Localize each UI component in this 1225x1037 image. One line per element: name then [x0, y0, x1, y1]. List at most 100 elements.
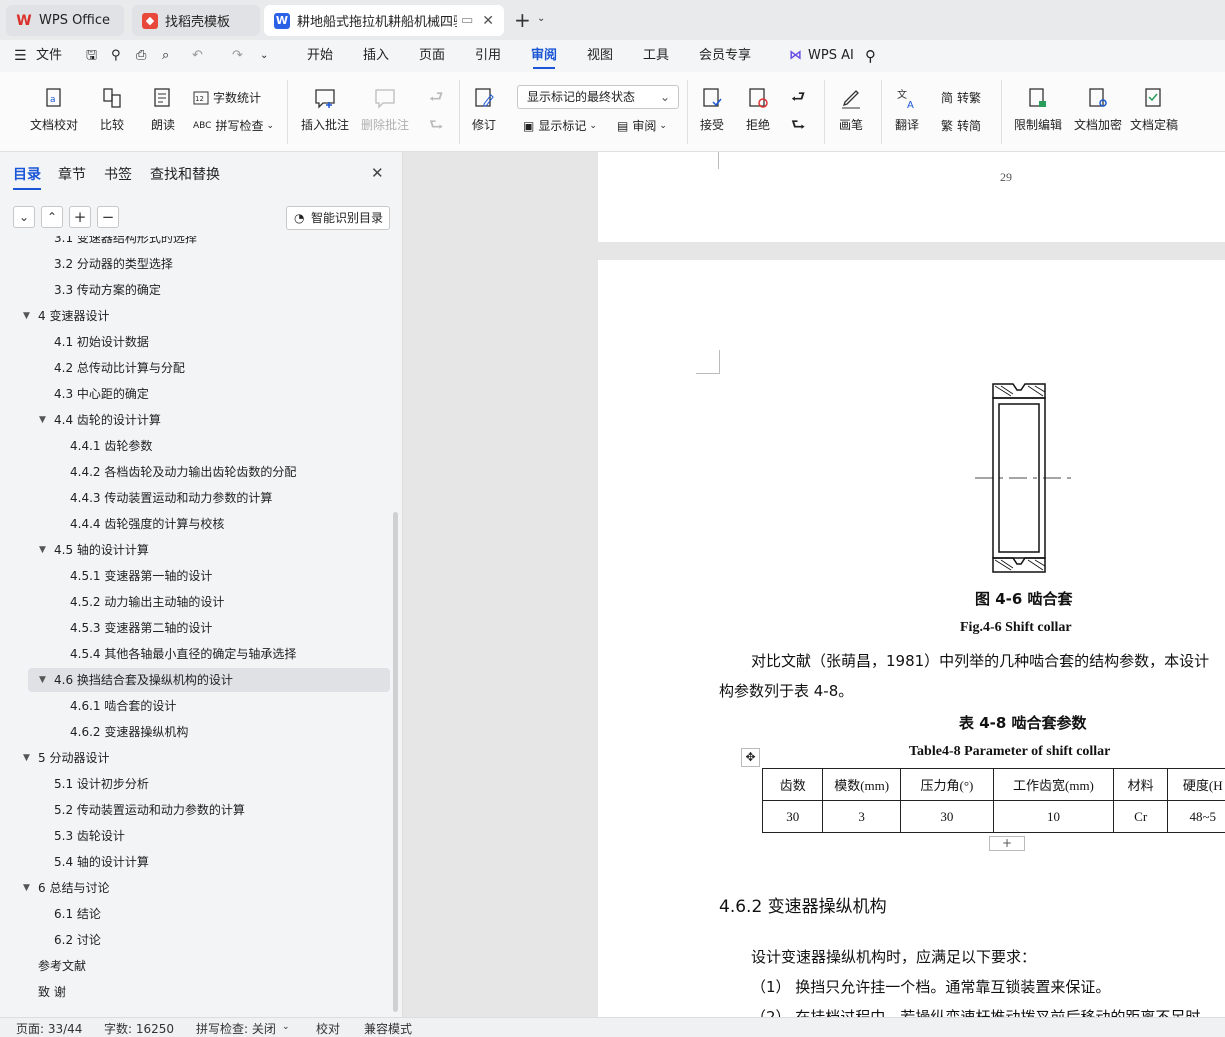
menu-tools[interactable]: 工具	[643, 40, 669, 72]
toc-item[interactable]: ▼ 5 分动器设计	[0, 746, 390, 770]
collapse-all-button[interactable]: ⌄	[13, 206, 35, 228]
tab-template[interactable]: ◆ 找稻壳模板	[132, 5, 260, 36]
insert-comment-button[interactable]: 插入批注	[301, 86, 349, 133]
add-heading-button[interactable]: +	[69, 206, 91, 228]
chevron-down-icon[interactable]: ⌄	[282, 1022, 290, 1032]
toc-item[interactable]: ▼ 4.4 齿轮的设计计算	[0, 408, 390, 432]
word-count-button[interactable]: 12 字数统计	[193, 89, 261, 106]
status-proofread[interactable]: 校对	[316, 1020, 340, 1037]
toc-item[interactable]: 5.2 传动装置运动和动力参数的计算	[0, 798, 390, 822]
toc-item[interactable]: 3.3 传动方案的确定	[0, 278, 390, 302]
quick-access-chevron-icon[interactable]: ⌄	[260, 40, 268, 72]
table-cell[interactable]: 30	[899, 800, 994, 833]
close-tab-icon[interactable]: ✕	[482, 13, 494, 29]
expand-arrow-icon[interactable]: ▼	[23, 304, 30, 328]
reject-button[interactable]: 拒绝	[746, 86, 770, 133]
toc-item[interactable]: 4.5.3 变速器第二轴的设计	[0, 616, 390, 640]
menu-wps-ai[interactable]: WPS AI	[808, 40, 854, 72]
tab-document[interactable]: W 耕地船式拖拉机耕船机械四驱 ▭ ✕	[264, 5, 504, 36]
table-header-cell[interactable]: 工作齿宽(mm)	[992, 768, 1114, 801]
add-table-row-button[interactable]: +	[989, 836, 1025, 851]
menu-member[interactable]: 会员专享	[699, 40, 751, 72]
toc-item[interactable]: 致 谢	[0, 980, 390, 1004]
toc-item[interactable]: ▼ 4.6 换挡结合套及操纵机构的设计	[28, 668, 390, 692]
toc-item[interactable]: 4.6.2 变速器操纵机构	[0, 720, 390, 744]
table-header-cell[interactable]: 压力角(°)	[899, 768, 994, 801]
search-icon[interactable]: ⚲	[865, 40, 876, 72]
toc-item[interactable]: ▼ 4 变速器设计	[0, 304, 390, 328]
toc-item[interactable]: 4.1 初始设计数据	[0, 330, 390, 354]
toc-item[interactable]: 4.4.4 齿轮强度的计算与校核	[0, 512, 390, 536]
toc-item[interactable]: 4.5.2 动力输出主动轴的设计	[0, 590, 390, 614]
tab-list-chevron-icon[interactable]: ⌄	[537, 13, 545, 24]
toc-item[interactable]: 6.2 讨论	[0, 928, 390, 952]
encrypt-button[interactable]: 文档加密	[1074, 86, 1122, 133]
menu-view[interactable]: 视图	[587, 40, 613, 72]
toc-item[interactable]: 4.2 总传动比计算与分配	[0, 356, 390, 380]
expand-up-button[interactable]: ⌃	[41, 206, 63, 228]
nav-tab-toc[interactable]: 目录	[13, 164, 41, 190]
toc-item[interactable]: 5.3 齿轮设计	[0, 824, 390, 848]
restrict-edit-button[interactable]: 限制编辑	[1014, 86, 1062, 133]
print-icon[interactable]: ⎙	[136, 40, 146, 72]
toc-item[interactable]: 3.1 变速器结构形式的选择	[0, 236, 390, 250]
parameter-table[interactable]: 齿数 模数(mm) 压力角(°) 工作齿宽(mm) 材料 硬度(H 30 3 3…	[761, 768, 1225, 833]
redo-icon[interactable]: ↷	[232, 40, 243, 72]
menu-references[interactable]: 引用	[475, 40, 501, 72]
close-pane-icon[interactable]: ✕	[371, 164, 384, 182]
menu-home[interactable]: 开始	[307, 40, 333, 72]
document-page[interactable]: 图 4-6 啮合套 Fig.4-6 Shift collar 对比文献（张萌昌，…	[598, 260, 1225, 1017]
expand-arrow-icon[interactable]: ▼	[23, 746, 30, 770]
status-word-count[interactable]: 字数: 16250	[104, 1020, 174, 1037]
menu-review[interactable]: 审阅	[531, 40, 557, 72]
spell-check-button[interactable]: ABC 拼写检查 ⌄	[193, 117, 274, 134]
toc-item[interactable]: 4.5.4 其他各轴最小直径的确定与轴承选择	[0, 642, 390, 666]
toc-item[interactable]: ▼ 6 总结与讨论	[0, 876, 390, 900]
prev-comment-icon[interactable]: ⮐	[429, 86, 443, 113]
delete-comment-button[interactable]: 删除批注	[361, 86, 409, 133]
nav-tab-sections[interactable]: 章节	[58, 164, 86, 184]
menu-insert[interactable]: 插入	[363, 40, 389, 72]
toc-item[interactable]: 参考文献	[0, 954, 390, 978]
prev-change-icon[interactable]: ⮐	[791, 86, 805, 113]
table-move-handle-icon[interactable]: ✥	[741, 748, 760, 767]
toc-item[interactable]: 3.2 分动器的类型选择	[0, 252, 390, 276]
doc-proofread-button[interactable]: a 文档校对	[30, 86, 78, 133]
toc-item[interactable]: 4.4.2 各档齿轮及动力输出齿轮齿数的分配	[0, 460, 390, 484]
toc-item[interactable]: 4.5.1 变速器第一轴的设计	[0, 564, 390, 588]
expand-arrow-icon[interactable]: ▼	[39, 668, 46, 692]
expand-arrow-icon[interactable]: ▼	[23, 876, 30, 900]
next-change-icon[interactable]: ⮑	[791, 114, 805, 141]
to-simplified-button[interactable]: 繁 转简	[941, 117, 981, 134]
share-icon[interactable]: ⚲	[111, 40, 121, 72]
accept-button[interactable]: 接受	[700, 86, 724, 133]
read-aloud-button[interactable]: 朗读	[151, 86, 175, 133]
toc-item[interactable]: 6.1 结论	[0, 902, 390, 926]
table-cell[interactable]: Cr	[1112, 800, 1169, 833]
toc-item[interactable]: 5.1 设计初步分析	[0, 772, 390, 796]
status-page[interactable]: 页面: 33/44	[16, 1020, 82, 1037]
table-cell[interactable]: 30	[761, 800, 824, 833]
compare-button[interactable]: 比较	[100, 86, 124, 133]
undo-icon[interactable]: ↶	[192, 40, 203, 72]
table-header-cell[interactable]: 硬度(H	[1167, 768, 1225, 801]
remove-heading-button[interactable]: −	[97, 206, 119, 228]
toc-item[interactable]: 4.6.1 啮合套的设计	[0, 694, 390, 718]
revise-button[interactable]: 修订	[472, 86, 496, 133]
table-header-cell[interactable]: 模数(mm)	[822, 768, 901, 801]
hamburger-icon[interactable]: ☰	[14, 40, 27, 72]
toc-scrollbar[interactable]	[393, 512, 398, 1012]
tab-wps-office[interactable]: W WPS Office	[6, 5, 124, 36]
table-header-cell[interactable]: 齿数	[761, 768, 824, 801]
toc-item[interactable]: 4.4.3 传动装置运动和动力参数的计算	[0, 486, 390, 510]
nav-tab-bookmarks[interactable]: 书签	[104, 164, 132, 184]
table-cell[interactable]: 10	[992, 800, 1114, 833]
markup-state-select[interactable]: 显示标记的最终状态 ⌄	[517, 85, 679, 109]
toc-item[interactable]: ▼ 4.5 轴的设计计算	[0, 538, 390, 562]
menu-page[interactable]: 页面	[419, 40, 445, 72]
wps-ai-icon[interactable]: ⋈	[789, 40, 802, 72]
print-preview-icon[interactable]: ⌕	[162, 40, 169, 72]
smart-toc-button[interactable]: ◔ 智能识别目录	[286, 206, 390, 230]
save-icon[interactable]: 🖫	[86, 40, 97, 72]
show-markup-button[interactable]: ▣ 显示标记 ⌄	[523, 117, 597, 134]
